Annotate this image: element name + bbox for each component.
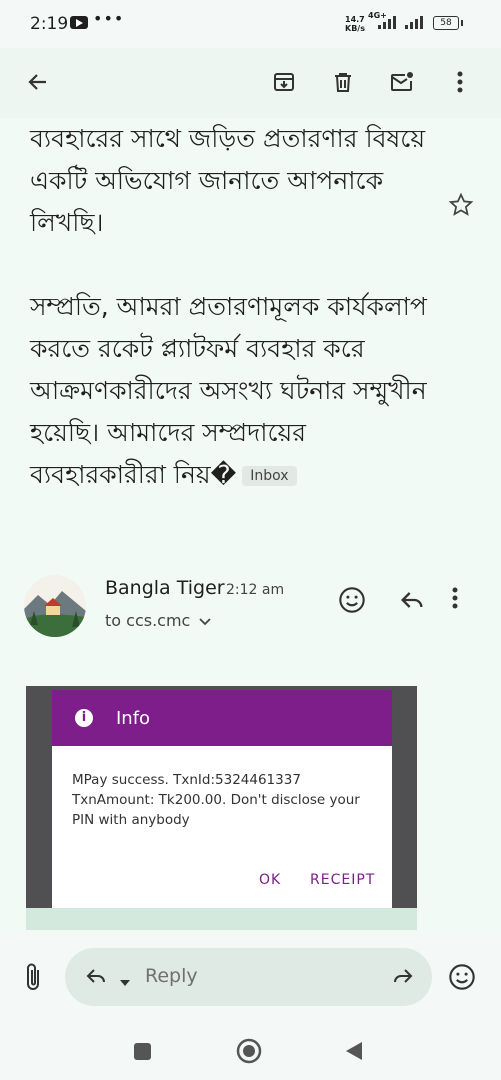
forward-icon[interactable] (390, 966, 414, 992)
archive-icon[interactable] (268, 66, 300, 98)
caret-down-icon[interactable] (119, 972, 131, 991)
dialog-header: i Info (52, 690, 392, 746)
email-paragraph: সম্প্রতি, আমরা প্রতারণামূলক কার্যকলাপ কর… (30, 292, 427, 489)
reply-arrow-icon[interactable] (85, 966, 109, 992)
network-speed: 14.7 KB/s (345, 15, 365, 33)
attachment-icon[interactable] (22, 962, 44, 996)
battery-indicator: 58 (433, 16, 463, 30)
info-dialog: i Info MPay success. TxnId:5324461337 Tx… (52, 690, 392, 908)
message-more-icon[interactable] (452, 586, 458, 614)
signal-icon-sim2 (403, 14, 427, 34)
avatar[interactable] (24, 575, 86, 637)
more-notifications-icon: ••• (93, 9, 125, 28)
dialog-message: MPay success. TxnId:5324461337 TxnAmount… (72, 772, 360, 828)
receipt-button: RECEIPT (310, 872, 376, 888)
email-toolbar (0, 48, 501, 118)
reply-label[interactable]: Reply (145, 965, 198, 987)
back-button[interactable] (344, 1040, 364, 1066)
home-button[interactable] (236, 1038, 262, 1064)
email-paragraph: ব্যবহারের সাথে জড়িত প্রতারণার বিষয়ে এক… (30, 124, 426, 237)
more-options-icon[interactable] (444, 66, 476, 98)
message-time: 2:12 am (226, 582, 285, 598)
chevron-down-icon (199, 611, 212, 630)
status-time: 2:19 (30, 14, 69, 34)
youtube-notification-icon (70, 16, 88, 29)
signal-icon-sim1: 4G+ (368, 11, 398, 34)
sender-name[interactable]: Bangla Tiger (105, 577, 225, 599)
ok-button: OK (259, 872, 282, 888)
emoji-reaction-icon[interactable] (448, 963, 476, 995)
star-icon[interactable] (448, 192, 474, 222)
inbox-label-chip[interactable]: Inbox (242, 466, 297, 486)
info-icon: i (75, 709, 93, 727)
add-reaction-icon[interactable] (338, 586, 366, 618)
recipient-details[interactable]: to ccs.cmc (105, 611, 212, 630)
back-arrow-icon[interactable] (22, 66, 54, 98)
delete-icon[interactable] (327, 66, 359, 98)
embedded-screenshot[interactable]: i Info MPay success. TxnId:5324461337 Tx… (26, 686, 417, 936)
recents-button[interactable] (134, 1043, 151, 1060)
reply-icon[interactable] (398, 586, 426, 618)
dialog-title: Info (116, 708, 151, 729)
email-body: ব্যবহারের সাথে জড়িত প্রতারণার বিষয়ে এক… (30, 118, 430, 496)
mark-unread-icon[interactable] (386, 66, 418, 98)
